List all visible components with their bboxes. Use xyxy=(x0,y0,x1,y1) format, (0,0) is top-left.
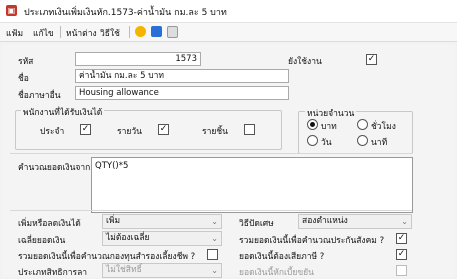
menu-edit[interactable]: แก้ไข xyxy=(33,26,54,40)
diligence-checkbox[interactable] xyxy=(396,265,407,276)
calc-label: คำนวณยอดเงินจาก xyxy=(18,163,91,173)
social-security-checkbox[interactable]: ✓ xyxy=(396,233,407,244)
provident-label: รวมยอดเงินนี้เพื่อคำนวณกองทุนสำรองเลี้ยง… xyxy=(18,252,196,262)
add-deduct-select[interactable]: เพิ่ม ⌄ xyxy=(102,214,222,229)
app-icon: ▣ xyxy=(6,5,17,16)
rounding-select[interactable]: สองตำแหน่ง ⌄ xyxy=(298,214,412,229)
chevron-down-icon: ⌄ xyxy=(211,266,218,275)
document-icon[interactable] xyxy=(167,26,178,38)
monthly-checkbox[interactable]: ✓ xyxy=(80,124,91,135)
unit-hour-radio[interactable] xyxy=(357,119,368,130)
menu-bar: แฟ้ม แก้ไข หน้าต่าง วิธีใช้ xyxy=(0,23,457,42)
unit-day-label: วัน xyxy=(321,138,332,148)
unit-minute-radio[interactable] xyxy=(357,135,368,146)
leave-type-value: ไม่ใช่สิทธิ์ xyxy=(106,265,142,275)
taxable-checkbox[interactable]: ✓ xyxy=(396,249,407,260)
employee-type-group-title: พนักงานที่ได้รับเงินได้ xyxy=(21,105,105,119)
taxable-label: ยอดเงินนี้ต้องเสียภาษี ? xyxy=(239,252,325,262)
add-deduct-label: เพิ่มหรือลดเงินได้ xyxy=(18,219,81,229)
provident-checkbox[interactable] xyxy=(207,249,218,260)
add-deduct-value: เพิ่ม xyxy=(106,216,121,226)
refresh-icon[interactable] xyxy=(135,26,146,37)
toolbar-separator xyxy=(129,26,130,38)
rounding-label: วิธีปัดเศษ xyxy=(239,219,274,229)
average-select[interactable]: ไม่ต้องเฉลี่ย ⌄ xyxy=(102,231,222,246)
name-label: ชื่อ xyxy=(18,74,29,84)
daily-checkbox[interactable]: ✓ xyxy=(158,124,169,135)
code-field[interactable]: 1573 xyxy=(75,52,201,66)
in-use-label: ยังใช้งาน xyxy=(288,57,322,67)
section-divider-2 xyxy=(10,210,412,211)
calc-formula-field[interactable]: QTY()*5 xyxy=(91,157,413,213)
unit-group-title: หน่วยจำนวน xyxy=(305,106,357,120)
title-bar: ▣ ประเภทเงินเพิ่มเงินหัก.1573-ค่าน้ำมัน … xyxy=(0,0,457,23)
form-area: รหัส 1573 ยังใช้งาน ✓ ชื่อ ค่าน้ำมัน กม.… xyxy=(2,44,455,278)
monthly-label: ประจำ xyxy=(40,127,65,137)
piece-checkbox[interactable] xyxy=(244,124,255,135)
chevron-down-icon: ⌄ xyxy=(401,217,408,226)
unit-hour-label: ชั่วโมง xyxy=(371,122,396,132)
chevron-down-icon: ⌄ xyxy=(211,217,218,226)
average-label: เฉลี่ยยอดเงิน xyxy=(18,236,66,246)
menu-help[interactable]: วิธีใช้ xyxy=(100,26,120,40)
piece-label: รายชิ้น xyxy=(202,127,228,137)
window-title: ประเภทเงินเพิ่มเงินหัก.1573-ค่าน้ำมัน กม… xyxy=(24,8,227,18)
social-security-label: รวมยอดเงินนี้เพื่อคำนวณประกันสังคม ? xyxy=(239,236,385,246)
unit-day-radio[interactable] xyxy=(307,135,318,146)
menu-separator xyxy=(60,26,61,38)
menu-file[interactable]: แฟ้ม xyxy=(6,26,23,40)
chevron-down-icon: ⌄ xyxy=(211,234,218,243)
in-use-checkbox[interactable]: ✓ xyxy=(366,54,377,65)
average-value: ไม่ต้องเฉลี่ย xyxy=(106,233,150,243)
name-en-field[interactable]: Housing allowance xyxy=(75,86,289,100)
leave-type-select[interactable]: ไม่ใช่สิทธิ์ ⌄ xyxy=(102,263,222,278)
daily-label: รายวัน xyxy=(117,127,142,137)
code-label: รหัส xyxy=(18,57,34,67)
section-divider xyxy=(10,153,412,154)
unit-minute-label: นาที xyxy=(371,138,388,148)
name-en-label: ชื่อภาษาอื่น xyxy=(18,91,61,101)
rounding-value: สองตำแหน่ง xyxy=(302,216,348,226)
name-field[interactable]: ค่าน้ำมัน กม.ละ 5 บาท xyxy=(75,69,289,83)
menu-window[interactable]: หน้าต่าง xyxy=(66,26,97,40)
window-icon[interactable] xyxy=(151,26,162,37)
unit-baht-radio[interactable] xyxy=(307,119,318,130)
unit-baht-label: บาท xyxy=(321,122,337,132)
